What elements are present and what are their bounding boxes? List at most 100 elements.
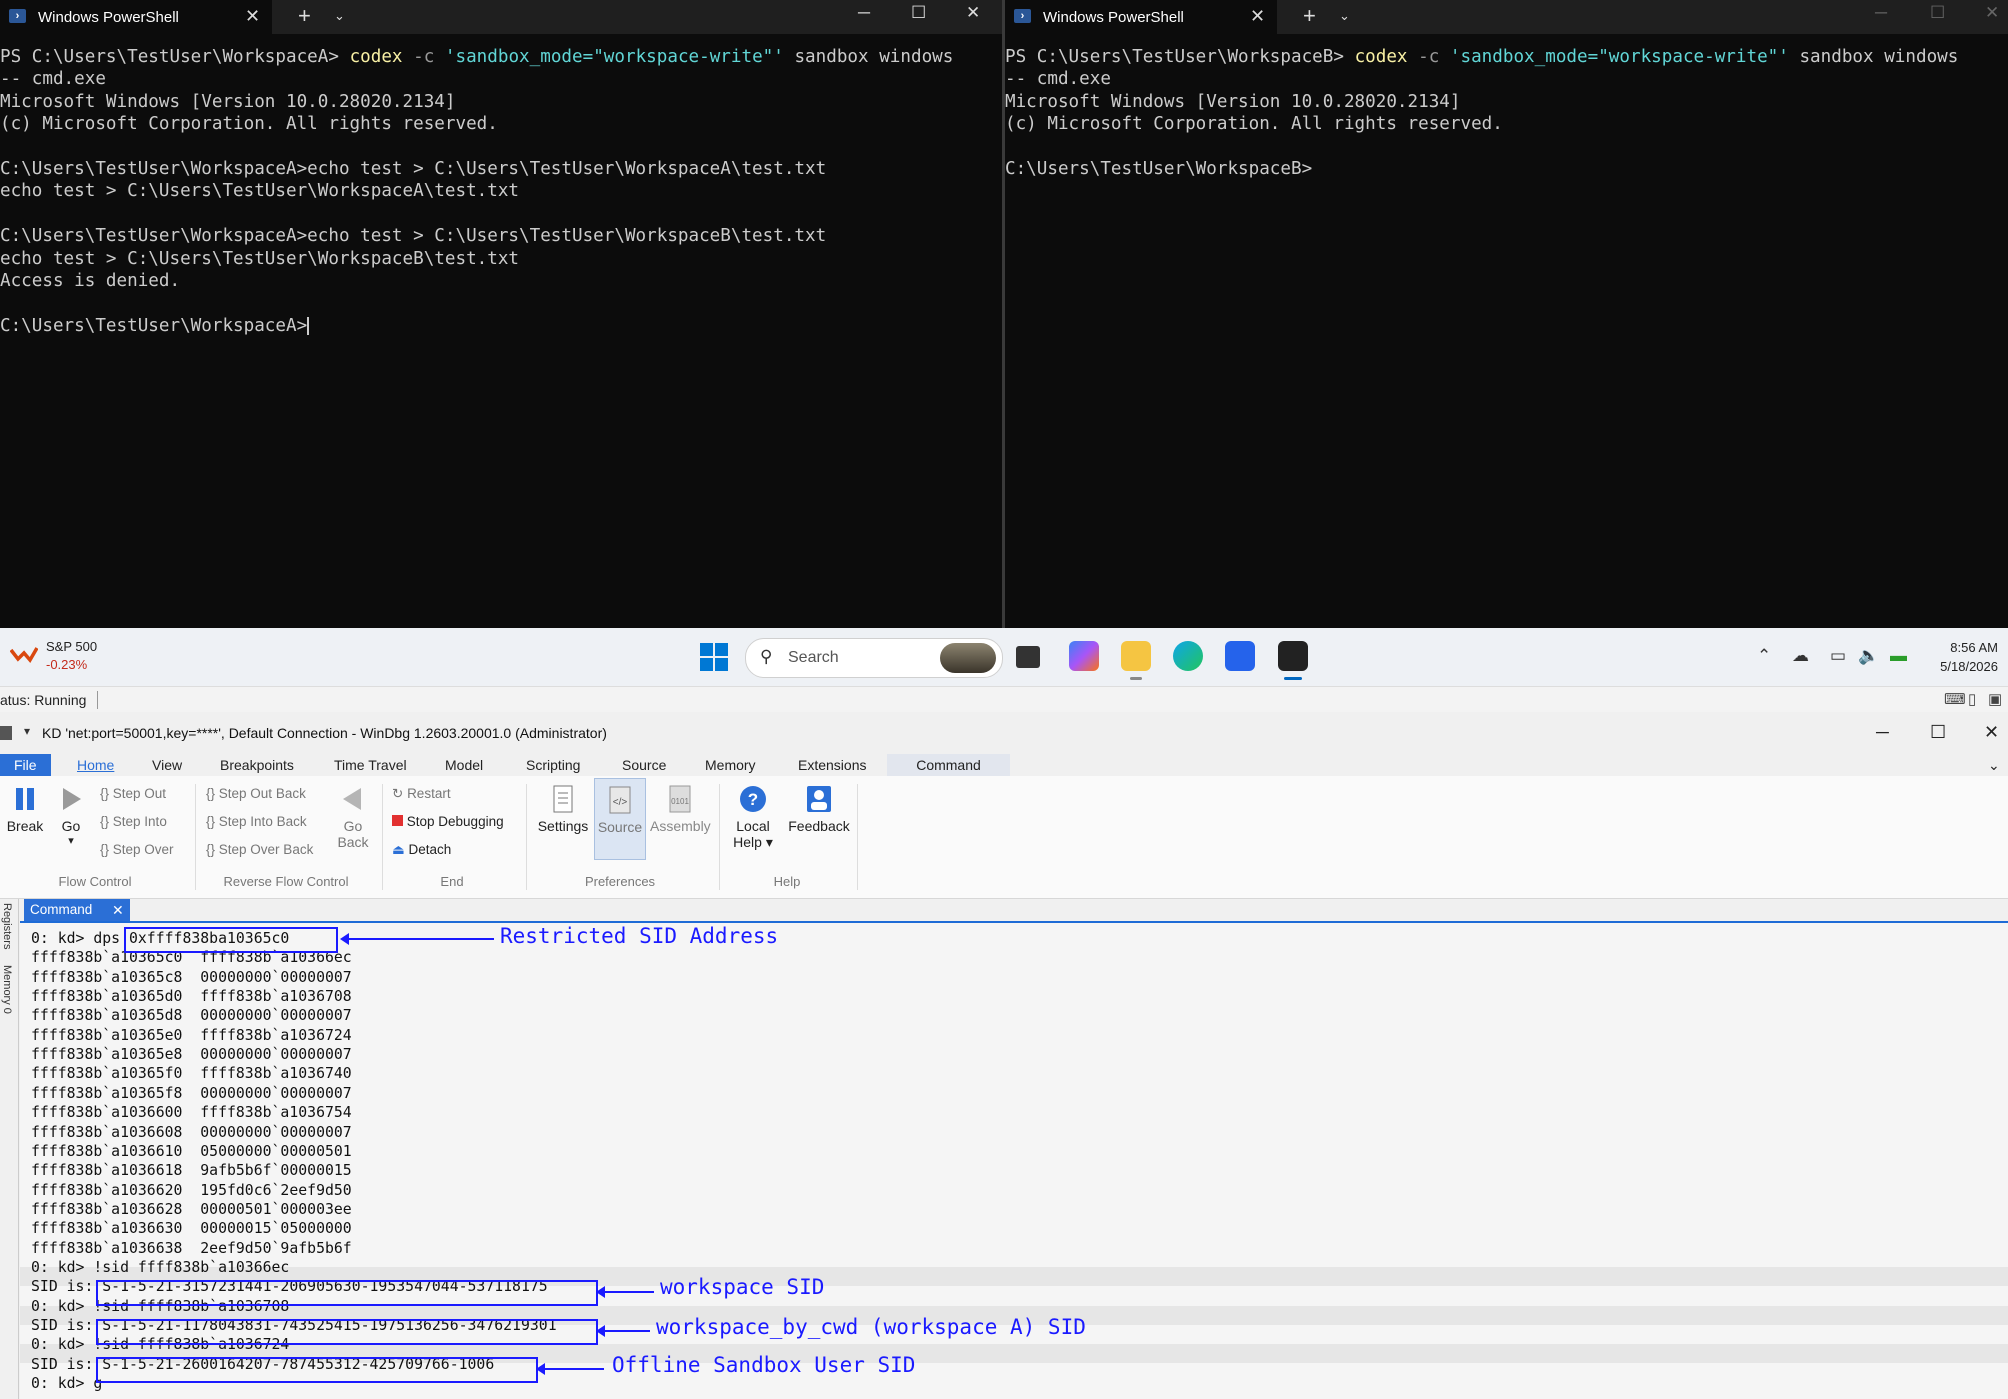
source-button[interactable]: </> Source: [594, 778, 646, 860]
eject-icon: ⏏: [392, 842, 405, 857]
maximize-button[interactable]: ☐: [1930, 722, 1946, 743]
m365-copilot-icon[interactable]: [1069, 641, 1099, 671]
settings-document-icon: [553, 785, 573, 813]
go-dropdown-icon[interactable]: ▾: [52, 834, 90, 847]
close-window-button[interactable]: ✕: [966, 3, 980, 23]
tab-command-label: Command: [30, 902, 93, 917]
assembly-button[interactable]: 0101 Assembly: [650, 784, 711, 834]
terminal-text: -- cmd.exe: [1005, 69, 1111, 90]
terminal-tab[interactable]: › Windows PowerShell ✕: [0, 0, 272, 34]
tab-dropdown-icon[interactable]: ⌄: [334, 8, 345, 24]
taskbar-search[interactable]: ⚲ Search: [745, 638, 1003, 678]
store-icon[interactable]: [1225, 641, 1255, 671]
go-button[interactable]: Go ▾: [52, 784, 90, 847]
network-icon[interactable]: ▭: [1830, 646, 1846, 666]
go-back-button[interactable]: Go Back: [334, 784, 372, 850]
menu-scripting[interactable]: Scripting: [518, 754, 588, 776]
terminal-app-icon[interactable]: [1278, 641, 1308, 680]
group-separator: [195, 784, 196, 890]
close-tab-icon[interactable]: ✕: [245, 6, 260, 27]
maximize-button[interactable]: ☐: [911, 3, 926, 23]
terminal-line: -- cmd.exe: [1005, 68, 2008, 90]
terminal-output[interactable]: PS C:\Users\TestUser\WorkspaceB> codex -…: [1005, 46, 2008, 180]
terminal-text: echo test > C:\Users\TestUser\WorkspaceB…: [0, 248, 520, 269]
terminal-window-b[interactable]: › Windows PowerShell ✕ + ⌄ ─ ☐ ✕ PS C:\U…: [1005, 0, 2008, 628]
close-window-button[interactable]: ✕: [1984, 722, 1999, 743]
group-label-end: End: [440, 874, 464, 889]
terminal-text: (c) Microsoft Corporation. All rights re…: [1005, 114, 1503, 135]
chevron-up-icon[interactable]: ⌃: [1757, 646, 1771, 666]
break-button[interactable]: Break: [6, 784, 44, 834]
minimize-button[interactable]: ─: [1876, 722, 1889, 743]
registers-tab[interactable]: Registers: [1, 903, 13, 949]
step-out-back-button[interactable]: {} Step Out Back: [206, 786, 306, 801]
battery-icon[interactable]: ▬: [1890, 646, 1907, 666]
feedback-button[interactable]: Feedback: [786, 784, 852, 834]
menu-time-travel[interactable]: Time Travel: [326, 754, 415, 776]
windbg-window[interactable]: ▾ KD 'net:port=50001,key=****', Default …: [0, 712, 2008, 1399]
menu-view[interactable]: View: [144, 754, 190, 776]
menu-memory[interactable]: Memory: [697, 754, 764, 776]
terminal-text: -c: [1407, 47, 1450, 67]
ribbon-collapse-icon[interactable]: ⌄: [1988, 754, 2000, 776]
annotation-arrow: [596, 1286, 654, 1298]
terminal-text: C:\Users\TestUser\WorkspaceA>echo test >…: [0, 226, 827, 247]
step-out-button[interactable]: {} Step Out: [100, 786, 166, 801]
menu-source[interactable]: Source: [614, 754, 674, 776]
clock[interactable]: 8:56 AM 5/18/2026: [1940, 638, 1998, 676]
step-into-button[interactable]: {} Step Into: [100, 814, 167, 829]
terminal-text: sandbox windows: [783, 47, 954, 67]
step-over-button[interactable]: {} Step Over: [100, 842, 174, 857]
new-tab-button[interactable]: +: [298, 3, 311, 29]
terminal-window-a[interactable]: › Windows PowerShell ✕ + ⌄ ─ ☐ ✕ PS C:\U…: [0, 0, 1003, 628]
memory-tab[interactable]: Memory 0: [1, 965, 13, 1014]
tab-command[interactable]: Command ✕: [24, 899, 130, 921]
terminal-line: PS C:\Users\TestUser\WorkspaceB> codex -…: [1005, 46, 2008, 68]
command-line: ffff838b`a10365d0 ffff838b`a1036708: [31, 988, 352, 1006]
close-panel-icon[interactable]: ✕: [112, 899, 124, 921]
go-back-label-2: Back: [337, 834, 369, 850]
terminal-text: Microsoft Windows [Version 10.0.28020.21…: [1005, 91, 1461, 112]
tab-dropdown-icon[interactable]: ⌄: [1339, 8, 1350, 24]
command-line: ffff838b`a1036638 2eef9d50`9afb5b6f: [31, 1239, 352, 1257]
terminal-tab[interactable]: › Windows PowerShell ✕: [1005, 0, 1277, 34]
detach-button[interactable]: ⏏ Detach: [392, 842, 451, 858]
command-line: ffff838b`a1036608 00000000`00000007: [31, 1123, 352, 1141]
help-icon: ?: [740, 786, 766, 812]
menu-extensions[interactable]: Extensions: [790, 754, 874, 776]
quick-access-dropdown-icon[interactable]: ▾: [24, 724, 30, 738]
menu-file[interactable]: File: [0, 754, 51, 776]
command-line: ffff838b`a10365f0 ffff838b`a1036740: [31, 1065, 352, 1083]
maximize-button[interactable]: ☐: [1930, 3, 1945, 23]
terminal-output[interactable]: PS C:\Users\TestUser\WorkspaceA> codex -…: [0, 46, 1003, 337]
menu-home[interactable]: Home: [69, 754, 122, 776]
close-window-button[interactable]: ✕: [1985, 3, 1999, 23]
new-tab-button[interactable]: +: [1303, 3, 1316, 29]
command-output[interactable]: 0: kd> dps 0xffff838ba10365c0 ffff838b`a1…: [20, 923, 2008, 1399]
stock-widget[interactable]: S&P 500 -0.23%: [10, 638, 130, 678]
close-tab-icon[interactable]: ✕: [1250, 6, 1265, 27]
menu-model[interactable]: Model: [437, 754, 491, 776]
command-line: 0: kd> !sid ffff838b`a10366ec: [31, 1258, 290, 1276]
minimize-button[interactable]: ─: [1875, 3, 1887, 23]
start-button[interactable]: [700, 643, 728, 671]
step-over-back-button[interactable]: {} Step Over Back: [206, 842, 313, 857]
minimize-button[interactable]: ─: [858, 3, 870, 23]
local-help-button[interactable]: ? Local Help ▾: [726, 784, 780, 851]
volume-icon[interactable]: 🔈: [1858, 646, 1879, 666]
command-line: ffff838b`a1036630 00000015`05000000: [31, 1220, 352, 1238]
panel-tab-bar: Command ✕: [20, 899, 2008, 923]
file-explorer-icon[interactable]: [1121, 641, 1151, 680]
task-view-icon[interactable]: [1016, 646, 1040, 668]
widget-title: S&P 500: [46, 639, 98, 654]
restart-button[interactable]: ↻ Restart: [392, 786, 451, 802]
edge-browser-icon[interactable]: [1173, 641, 1203, 671]
menu-command[interactable]: Command: [887, 754, 1010, 776]
settings-button[interactable]: Settings: [535, 784, 591, 834]
onedrive-icon[interactable]: ☁: [1792, 646, 1809, 666]
command-line: ffff838b`a10365f8 00000000`00000007: [31, 1084, 352, 1102]
menu-breakpoints[interactable]: Breakpoints: [212, 754, 302, 776]
step-into-back-button[interactable]: {} Step Into Back: [206, 814, 307, 829]
stop-debugging-button[interactable]: Stop Debugging: [392, 814, 504, 829]
